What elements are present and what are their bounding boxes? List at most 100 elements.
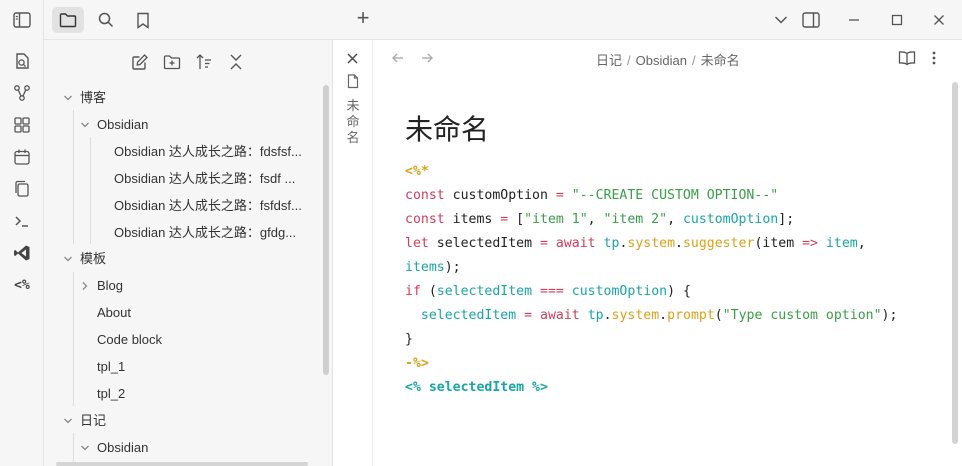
code-token: <% selectedItem %> — [405, 380, 548, 395]
calendar-icon[interactable] — [12, 147, 32, 167]
chevron-down-icon[interactable] — [62, 409, 74, 433]
collapse-all-button[interactable] — [224, 50, 248, 74]
tree-item-label: Obsidian 达人成长之路：fsdf ... — [114, 170, 296, 186]
more-options-button[interactable] — [930, 50, 938, 66]
sidebar-header — [44, 0, 333, 40]
code-line: items); — [405, 256, 897, 280]
editor-scrollbar[interactable] — [952, 82, 958, 444]
right-sidebar-toggle[interactable] — [801, 10, 821, 30]
minimize-icon — [849, 19, 859, 21]
code-token: , — [587, 212, 604, 227]
breadcrumb: 日记 / Obsidian / 未命名 — [596, 50, 740, 69]
sidebar-scrollbar[interactable] — [323, 85, 329, 375]
maximize-button[interactable] — [887, 10, 907, 30]
code-token: === — [540, 284, 564, 299]
arrow-left-icon — [392, 53, 403, 63]
minimize-button[interactable] — [844, 10, 864, 30]
folder-item[interactable]: 博客 — [44, 86, 314, 110]
vscode-icon[interactable] — [12, 243, 32, 263]
quick-switcher-icon[interactable] — [12, 51, 32, 71]
code-token: await — [540, 308, 580, 323]
file-item[interactable]: tpl_1 — [44, 355, 314, 379]
note-title[interactable]: 未命名 — [405, 108, 489, 148]
file-item[interactable]: Obsidian 达人成长之路：fdsfsf... — [44, 140, 314, 164]
file-item[interactable]: tpl_2 — [44, 382, 314, 406]
canvas-icon[interactable] — [12, 115, 32, 135]
back-button[interactable] — [391, 51, 405, 65]
code-line: const items = ["item 1", "item 2", custo… — [405, 208, 897, 232]
tab-list-dropdown[interactable] — [771, 10, 791, 30]
tree-item-label: 模板 — [80, 251, 107, 267]
chevron-right-icon[interactable] — [79, 274, 91, 298]
arrow-right-icon — [422, 53, 433, 63]
code-token: (item — [754, 236, 803, 251]
sidebar-toggle-icon[interactable] — [12, 10, 32, 30]
collapse-icon — [230, 54, 242, 70]
chevron-down-icon[interactable] — [79, 436, 91, 460]
tab-bar: + — [333, 0, 962, 40]
files-tab-button[interactable] — [52, 7, 84, 33]
sidebar-right-icon — [802, 12, 820, 28]
sidebar-horizontal-scrollbar[interactable] — [56, 462, 308, 466]
chevron-down-icon[interactable] — [62, 86, 74, 110]
close-tab-button[interactable] — [346, 52, 359, 65]
tree-guide — [73, 272, 74, 406]
templater-icon[interactable]: <% — [10, 275, 34, 295]
breadcrumb-separator: / — [627, 53, 631, 68]
tree-guide — [90, 137, 91, 244]
code-token: => — [802, 236, 818, 251]
code-line: if (selectedItem === customOption) { — [405, 280, 897, 304]
folder-item[interactable]: 模板 — [44, 247, 314, 271]
folder-item[interactable]: Obsidian — [44, 436, 314, 460]
close-window-button[interactable] — [929, 10, 949, 30]
stacked-tab-header[interactable]: 未命名 — [333, 40, 373, 466]
code-token: tp — [587, 308, 604, 323]
code-token: . — [603, 308, 612, 323]
new-folder-icon — [163, 55, 181, 70]
bookmark-icon — [137, 12, 149, 29]
search-tab-button[interactable] — [90, 7, 122, 33]
graph-view-icon[interactable] — [12, 83, 32, 103]
code-token: if — [405, 284, 421, 299]
new-note-button[interactable] — [128, 50, 152, 74]
code-token: items — [405, 260, 445, 275]
breadcrumb-folder[interactable]: 日记 — [596, 53, 622, 68]
breadcrumb-current[interactable]: 未命名 — [701, 53, 740, 68]
code-block[interactable]: <%* const customOption = "--CREATE CUSTOM… — [405, 160, 897, 400]
breadcrumb-subfolder[interactable]: Obsidian — [636, 53, 687, 68]
file-item[interactable]: Obsidian 达人成长之路：fsfdsf... — [44, 194, 314, 218]
editor[interactable]: 未命名 <%* const customOption = "--CREATE CU… — [374, 76, 962, 466]
code-token: item — [825, 236, 858, 251]
bookmarks-tab-button[interactable] — [127, 7, 159, 33]
code-token: items — [444, 212, 501, 227]
new-folder-button[interactable] — [160, 50, 184, 74]
file-item[interactable]: Obsidian 达人成长之路：gfdg... — [44, 221, 314, 245]
folder-item[interactable]: Obsidian — [44, 113, 314, 137]
sort-icon — [196, 54, 211, 69]
code-line: -%> — [405, 352, 897, 376]
tree-item-label: 博客 — [80, 90, 107, 105]
folder-item[interactable]: Blog — [44, 274, 314, 298]
code-token: "item 1" — [524, 212, 588, 227]
close-icon — [347, 53, 358, 64]
folder-item[interactable]: 日记 — [44, 409, 314, 433]
new-tab-button[interactable]: + — [353, 5, 373, 30]
templates-icon[interactable] — [12, 179, 32, 199]
view-header: 日记 / Obsidian / 未命名 — [374, 40, 962, 76]
terminal-icon[interactable] — [12, 211, 32, 231]
chevron-down-icon[interactable] — [79, 113, 91, 137]
forward-button[interactable] — [420, 51, 434, 65]
code-token: , — [667, 212, 683, 227]
sort-button[interactable] — [192, 50, 216, 74]
file-item[interactable]: About — [44, 301, 314, 325]
chevron-down-icon[interactable] — [62, 247, 74, 271]
reading-view-button[interactable] — [898, 50, 916, 66]
code-token: selectedItem — [428, 236, 540, 251]
file-item[interactable]: Obsidian 达人成长之路：fsdf ... — [44, 167, 314, 191]
code-token: , — [857, 236, 866, 251]
file-item[interactable]: Code block — [44, 328, 314, 352]
